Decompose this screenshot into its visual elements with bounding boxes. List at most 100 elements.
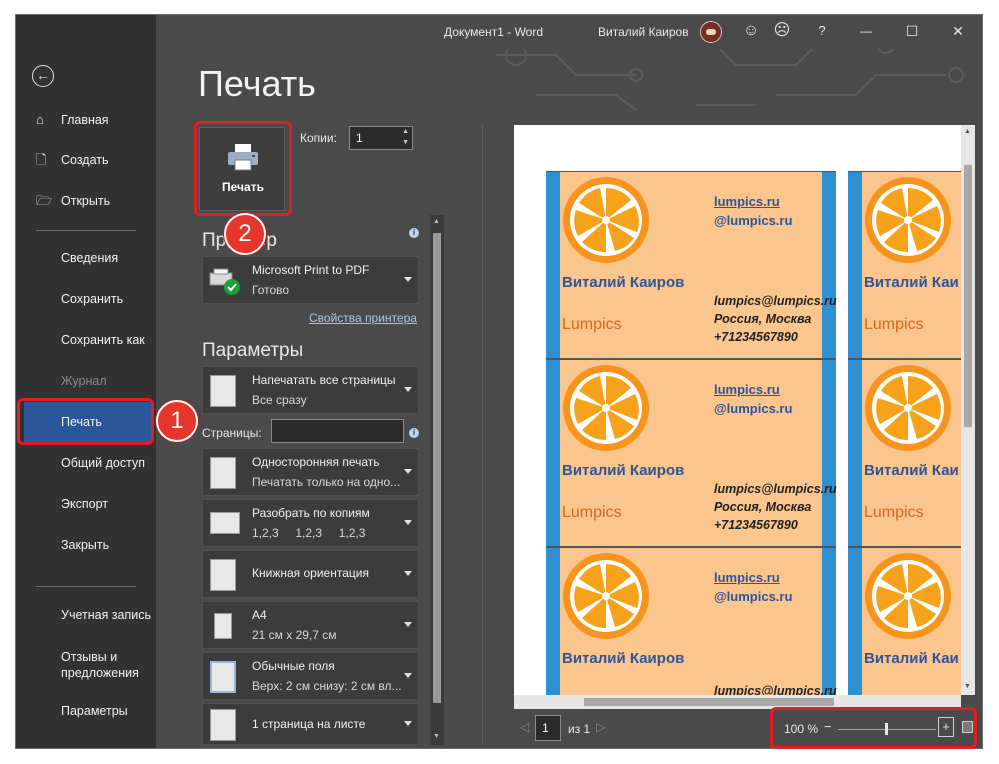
setting-line1: Напечатать все страницы (252, 373, 396, 387)
card-site-handle: @lumpics.ru (714, 401, 793, 416)
next-page-icon[interactable]: ▷ (596, 720, 605, 734)
setting-line2: Печатать только на одно... (252, 475, 401, 489)
sidebar-item-history: Журнал (61, 374, 107, 388)
setting-line1: Обычные поля (252, 659, 335, 673)
card-phone: +71234567890 (714, 518, 798, 532)
maximize-icon[interactable]: ☐ (902, 21, 922, 41)
spin-up-icon[interactable]: ▲ (402, 128, 409, 135)
word-window: Документ1 - Word Виталий Каиров ☺ ☹ ? — … (16, 15, 982, 748)
printer-name: Microsoft Print to PDF (252, 263, 370, 277)
card-site: lumpics.ru (714, 194, 780, 209)
account-name[interactable]: Виталий Каиров (598, 25, 689, 39)
printer-dropdown[interactable]: Microsoft Print to PDF Готово (202, 256, 419, 304)
sidebar-item-info[interactable]: Сведения (16, 238, 156, 278)
scroll-thumb[interactable] (584, 698, 834, 706)
card-stripe (546, 360, 560, 546)
business-card-clipped: Виталий Каи Lumpics (848, 171, 961, 359)
copies-stepper[interactable]: 1 ▲ ▼ (349, 126, 413, 150)
scroll-thumb[interactable] (433, 233, 441, 703)
sidebar-item-export[interactable]: Экспорт (16, 484, 156, 524)
setting-line1: A4 (252, 608, 267, 622)
smiley-icon[interactable]: ☺ (741, 21, 761, 41)
card-site-handle: @lumpics.ru (714, 589, 793, 604)
business-card: lumpics.ru @lumpics.ru Виталий Каиров Lu… (546, 359, 837, 547)
paper-size-dropdown[interactable]: A4 21 см x 29,7 см (202, 601, 419, 649)
pages-label: Страницы: (202, 426, 262, 440)
business-card: lumpics.ru @lumpics.ru Виталий Каиров lu… (546, 547, 837, 695)
card-name: Виталий Каи (864, 274, 959, 291)
card-stripe (822, 548, 836, 695)
chevron-down-icon (404, 622, 412, 627)
card-site: lumpics.ru (714, 570, 780, 585)
backstage-sidebar: ← ⌂ Главная 🗋 Создать 🗁 Открыть Сведения… (16, 15, 156, 748)
card-stripe (546, 548, 560, 695)
paper-icon (214, 613, 232, 639)
sidebar-item-save[interactable]: Сохранить (16, 279, 156, 319)
page-count: из 1 (568, 722, 591, 736)
sidebar-item-save-as[interactable]: Сохранить как (16, 320, 156, 360)
card-brand: Lumpics (562, 504, 622, 521)
sidebar-item-account[interactable]: Учетная запись (16, 595, 156, 635)
orientation-dropdown[interactable]: Книжная ориентация (202, 550, 419, 598)
sidebar-item-feedback[interactable]: Отзывы и предложения (16, 645, 156, 685)
card-site-handle: @lumpics.ru (714, 213, 793, 228)
scroll-down-icon[interactable]: ▼ (964, 683, 971, 690)
spin-down-icon[interactable]: ▼ (402, 139, 409, 146)
document-title: Документ1 - Word (444, 25, 544, 39)
card-email: lumpics@lumpics.ru (714, 482, 837, 496)
sidebar-item-share[interactable]: Общий доступ (16, 443, 156, 483)
sidebar-item-options[interactable]: Параметры (16, 691, 156, 731)
minimize-icon[interactable]: — (856, 21, 876, 41)
previous-page-icon[interactable]: ◁ (520, 720, 529, 734)
close-icon[interactable]: ✕ (948, 21, 968, 41)
margins-dropdown[interactable]: Обычные поля Верх: 2 см снизу: 2 см вл..… (202, 652, 419, 700)
sidebar-divider (36, 586, 136, 587)
sidebar-item-label: Создать (61, 153, 109, 167)
card-phone: +71234567890 (714, 330, 798, 344)
pane-divider (482, 125, 483, 745)
frown-icon[interactable]: ☹ (772, 21, 792, 41)
card-stripe (848, 360, 862, 546)
chevron-down-icon (404, 571, 412, 576)
card-email: lumpics@lumpics.ru (714, 294, 837, 308)
scroll-up-icon[interactable]: ▲ (964, 128, 971, 135)
card-stripe (822, 360, 836, 546)
scroll-thumb[interactable] (964, 165, 972, 427)
sidebar-item-label: предложения (61, 666, 139, 680)
orange-slice-icon (865, 177, 951, 263)
business-card-clipped: Виталий Каи Lumpics (848, 359, 961, 547)
card-stripe (848, 172, 862, 358)
scroll-down-icon[interactable]: ▼ (433, 733, 440, 740)
sidebar-item-home[interactable]: ⌂ Главная (16, 100, 156, 140)
sidebar-item-label: Главная (61, 113, 109, 127)
info-icon[interactable]: i (409, 428, 419, 438)
sidebar-item-label: Открыть (61, 194, 111, 208)
callout-box-print-button (194, 121, 292, 216)
pages-per-sheet-dropdown[interactable]: 1 страница на листе (202, 703, 419, 745)
avatar[interactable] (700, 21, 722, 43)
scroll-up-icon[interactable]: ▲ (433, 218, 440, 225)
card-brand: Lumpics (864, 504, 924, 521)
sidebar-divider (36, 230, 136, 231)
pages-icon (210, 375, 236, 407)
sidebar-item-open[interactable]: 🗁 Открыть (16, 181, 156, 221)
sides-dropdown[interactable]: Односторонняя печать Печатать только на … (202, 448, 419, 496)
card-name: Виталий Каиров (562, 462, 685, 479)
card-brand: Lumpics (562, 316, 622, 333)
settings-scrollbar[interactable]: ▲ ▼ (430, 215, 444, 745)
orange-slice-icon (865, 553, 951, 639)
card-name: Виталий Каи (864, 650, 959, 667)
print-range-dropdown[interactable]: Напечатать все страницы Все сразу (202, 366, 419, 414)
collate-dropdown[interactable]: Разобрать по копиям 1,2,3 1,2,3 1,2,3 (202, 499, 419, 547)
setting-line2: Верх: 2 см снизу: 2 см вл... (252, 679, 402, 693)
pages-input[interactable] (271, 419, 404, 443)
sidebar-item-close[interactable]: Закрыть (16, 525, 156, 565)
page-number-input[interactable]: 1 (535, 715, 561, 741)
help-icon[interactable]: ? (812, 21, 832, 41)
preview-vertical-scrollbar[interactable]: ▲ ▼ (961, 125, 975, 695)
sidebar-item-new[interactable]: 🗋 Создать (16, 140, 156, 180)
printer-properties-link[interactable]: Свойства принтера (309, 311, 417, 325)
back-arrow-icon[interactable]: ← (32, 65, 54, 87)
info-icon[interactable]: i (409, 228, 419, 238)
card-brand: Lumpics (864, 316, 924, 333)
